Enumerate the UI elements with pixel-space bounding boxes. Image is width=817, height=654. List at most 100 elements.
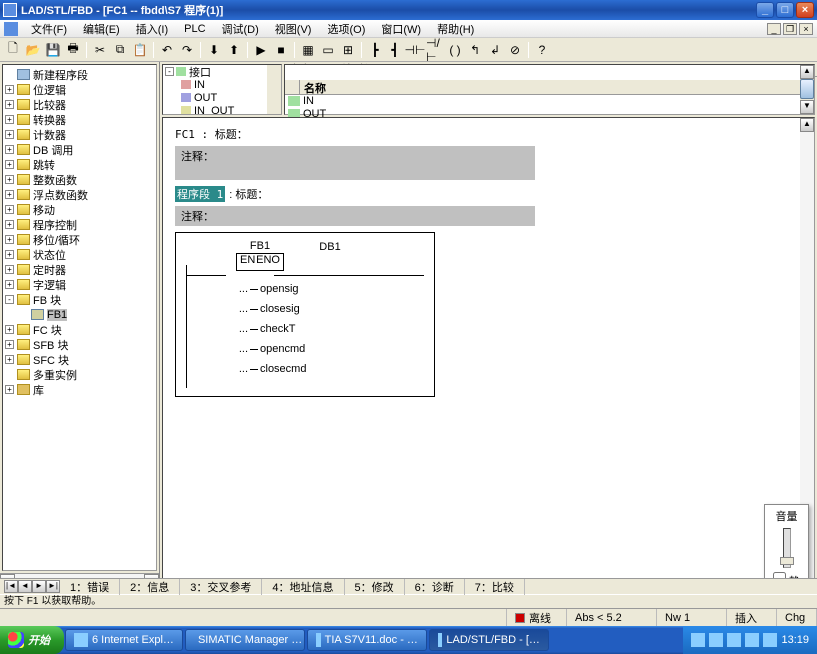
tree-folder[interactable]: +转换器 [5, 112, 154, 127]
task-simatic[interactable]: SIMATIC Manager … [185, 629, 305, 651]
tb-stop-button[interactable]: ■ [272, 41, 290, 59]
tree-folder[interactable]: +移动 [5, 202, 154, 217]
tab-prev-icon[interactable]: ◄ [18, 580, 32, 593]
grid-vscroll[interactable]: ▲ ▼ [800, 65, 814, 114]
expand-icon[interactable]: + [5, 145, 14, 154]
expand-icon[interactable]: + [5, 220, 14, 229]
collapse-icon[interactable]: - [5, 295, 14, 304]
tb-open-button[interactable]: 📂 [24, 41, 42, 59]
menu-help[interactable]: 帮助(H) [430, 21, 481, 37]
fb-pin[interactable]: ...opensig [226, 279, 424, 299]
scroll-thumb[interactable] [800, 79, 814, 99]
iface-tree-vscroll[interactable] [267, 65, 281, 114]
tree-folder[interactable]: +浮点数函数 [5, 187, 154, 202]
tray-volume-icon[interactable] [745, 633, 759, 647]
start-button[interactable]: 开始 [0, 626, 64, 654]
tray-icon[interactable] [709, 633, 723, 647]
tb-branch-button[interactable]: ┫ [386, 41, 404, 59]
tb-not-button[interactable]: ⊘ [506, 41, 524, 59]
tree-lib[interactable]: + 库 [5, 382, 154, 397]
tree-folder[interactable]: +程序控制 [5, 217, 154, 232]
menu-edit[interactable]: 编辑(E) [76, 21, 127, 37]
close-button[interactable]: × [796, 2, 814, 18]
tb-wire-button[interactable]: ┣ [366, 41, 384, 59]
network-comment-box[interactable]: 注释： [175, 206, 535, 226]
tree-folder[interactable]: +位逻辑 [5, 82, 154, 97]
tb-undo-button[interactable]: ↶ [158, 41, 176, 59]
tb-jmp-button[interactable]: ↰ [466, 41, 484, 59]
task-tia[interactable]: TIA S7V11.doc - … [307, 629, 427, 651]
expand-icon[interactable]: + [5, 85, 14, 94]
fb-pin[interactable]: ...closesig [226, 299, 424, 319]
tb-coil-button[interactable]: ( ) [446, 41, 464, 59]
ladder-editor[interactable]: FC1 : 标题： 注释： 程序段 1 : 标题： 注释： DB1 FB1 EN… [162, 117, 815, 604]
tab-diag[interactable]: 6：诊断 [405, 579, 465, 595]
tb-download-button[interactable]: ⬇ [205, 41, 223, 59]
tb-go-button[interactable]: ▶ [252, 41, 270, 59]
tab-errors[interactable]: 1：错误 [60, 579, 120, 595]
tray-icon[interactable] [763, 633, 777, 647]
scroll-up-icon[interactable]: ▲ [800, 65, 814, 79]
mdi-restore-button[interactable]: ❐ [783, 23, 797, 35]
fb-pin[interactable]: ...checkT [226, 319, 424, 339]
task-lad[interactable]: LAD/STL/FBD - [… [429, 629, 549, 651]
task-ie[interactable]: 6 Internet Expl… [65, 629, 183, 651]
tb-views-button[interactable]: ▦ [299, 41, 317, 59]
tree-fb1[interactable]: FB1 [5, 307, 154, 322]
tree-folder[interactable]: +移位/循环 [5, 232, 154, 247]
tb-save-button[interactable]: 💾 [44, 41, 62, 59]
tb-block-button[interactable]: ▭ [319, 41, 337, 59]
expand-icon[interactable]: + [5, 340, 14, 349]
tab-info[interactable]: 2：信息 [120, 579, 180, 595]
tree-folder[interactable]: +跳转 [5, 157, 154, 172]
mdi-close-button[interactable]: × [799, 23, 813, 35]
menu-debug[interactable]: 调试(D) [215, 21, 266, 37]
expand-icon[interactable]: + [5, 205, 14, 214]
tb-paste-button[interactable]: 📋 [131, 41, 149, 59]
tb-ret-button[interactable]: ↲ [486, 41, 504, 59]
expand-icon[interactable]: + [5, 160, 14, 169]
tree-multi[interactable]: 多重实例 [5, 367, 154, 382]
expand-icon[interactable]: + [5, 355, 14, 364]
tree-folder[interactable]: +状态位 [5, 247, 154, 262]
tray-icon[interactable] [727, 633, 741, 647]
tb-net-button[interactable]: ⊞ [339, 41, 357, 59]
grid-row[interactable]: IN [285, 95, 814, 108]
tb-opencontact-button[interactable]: ⊣⊢ [406, 41, 424, 59]
interface-grid[interactable]: 名称 INOUTIN_OUT ▲ ▼ [284, 64, 815, 115]
tree-folder[interactable]: +整数函数 [5, 172, 154, 187]
expand-icon[interactable]: + [5, 130, 14, 139]
tab-next-icon[interactable]: ► [32, 580, 46, 593]
tb-closecontact-button[interactable]: ⊣/⊢ [426, 41, 444, 59]
menu-file[interactable]: 文件(F) [24, 21, 74, 37]
tab-address[interactable]: 4：地址信息 [262, 579, 344, 595]
system-tray[interactable]: 13:19 [683, 626, 817, 654]
tab-compare[interactable]: 7：比较 [465, 579, 525, 595]
tree-folder[interactable]: +比较器 [5, 97, 154, 112]
tb-help-button[interactable]: ? [533, 41, 551, 59]
tree-sfb-block[interactable]: + SFB 块 [5, 337, 154, 352]
tree-folder[interactable]: +计数器 [5, 127, 154, 142]
fb-pin[interactable]: ...closecmd [226, 359, 424, 379]
expand-icon[interactable]: + [5, 115, 14, 124]
tb-redo-button[interactable]: ↷ [178, 41, 196, 59]
fb-box[interactable]: FB1 EN ENO [236, 253, 284, 271]
element-tree[interactable]: 新建程序段 +位逻辑+比较器+转换器+计数器+DB 调用+跳转+整数函数+浮点数… [2, 64, 157, 571]
ladder-network[interactable]: DB1 FB1 EN ENO ...opensig...closesig...c… [175, 232, 435, 397]
tray-icon[interactable] [691, 633, 705, 647]
tree-folder[interactable]: +字逻辑 [5, 277, 154, 292]
minimize-button[interactable]: _ [756, 2, 774, 18]
scroll-down-icon[interactable]: ▼ [800, 100, 814, 114]
tb-upload-button[interactable]: ⬆ [225, 41, 243, 59]
fc-comment-box[interactable]: 注释： [175, 146, 535, 180]
tab-last-icon[interactable]: ►| [46, 580, 60, 593]
collapse-icon[interactable]: - [165, 67, 174, 76]
tb-new-button[interactable]: 🗋 [4, 41, 22, 59]
volume-popup[interactable]: 音量 静音(M) [764, 504, 809, 584]
interface-tree[interactable]: -接口 IN OUT IN_OUT TEMP [162, 64, 282, 115]
expand-icon[interactable]: + [5, 265, 14, 274]
fb-pin[interactable]: ...opencmd [226, 339, 424, 359]
maximize-button[interactable]: □ [776, 2, 794, 18]
expand-icon[interactable]: + [5, 190, 14, 199]
slider-thumb[interactable] [780, 557, 794, 565]
